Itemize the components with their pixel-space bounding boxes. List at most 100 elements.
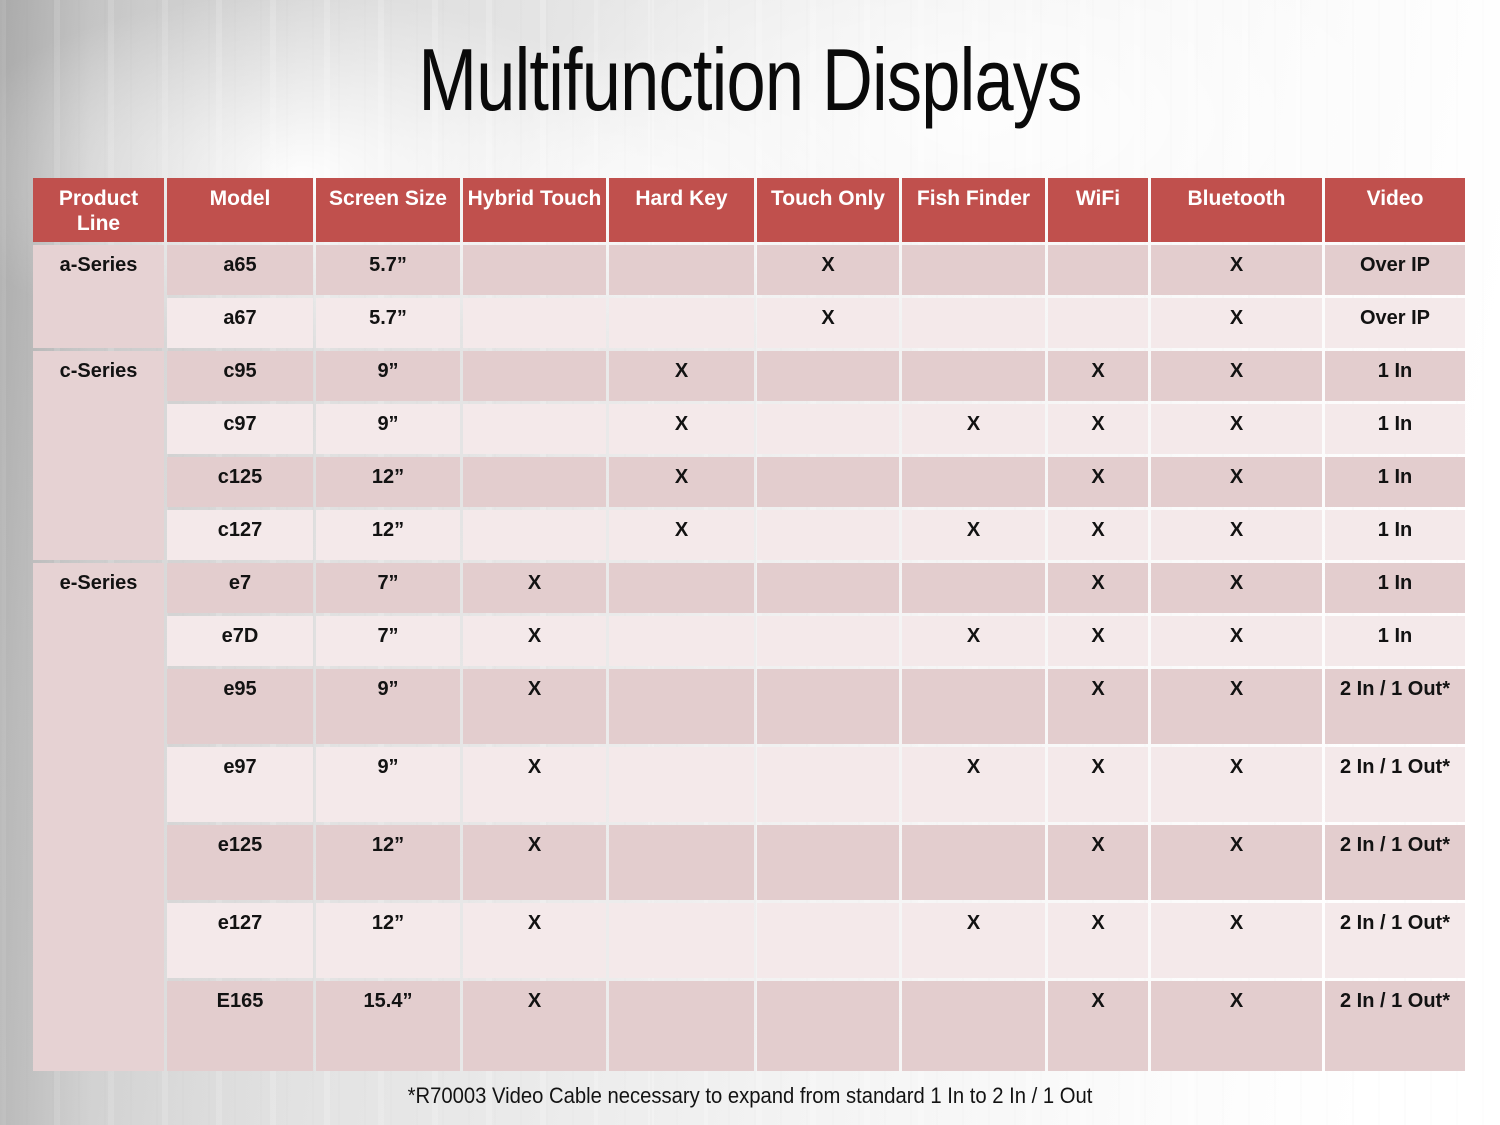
cell-c97-hard_key: X <box>609 404 754 454</box>
cell-c95-touch_only <box>757 351 899 401</box>
cell-c125-wifi: X <box>1048 457 1148 507</box>
cell-e127-model: e127 <box>167 903 313 978</box>
cell-e7-screen_size: 7” <box>316 563 460 613</box>
column-header-screen_size: Screen Size <box>316 178 460 242</box>
cell-E165-screen_size: 15.4” <box>316 981 460 1071</box>
cell-a65-bluetooth: X <box>1151 245 1322 295</box>
cell-c97-bluetooth: X <box>1151 404 1322 454</box>
cell-e127-bluetooth: X <box>1151 903 1322 978</box>
cell-c127-touch_only <box>757 510 899 560</box>
cell-c95-screen_size: 9” <box>316 351 460 401</box>
cell-e127-wifi: X <box>1048 903 1148 978</box>
cell-e127-fish_finder: X <box>902 903 1045 978</box>
cell-e127-screen_size: 12” <box>316 903 460 978</box>
cell-c125-touch_only <box>757 457 899 507</box>
cell-a65-wifi <box>1048 245 1148 295</box>
cell-e95-touch_only <box>757 669 899 744</box>
cell-c97-fish_finder: X <box>902 404 1045 454</box>
cell-e125-wifi: X <box>1048 825 1148 900</box>
cell-e97-wifi: X <box>1048 747 1148 822</box>
cell-e125-hybrid_touch: X <box>463 825 606 900</box>
cell-E165-wifi: X <box>1048 981 1148 1071</box>
cell-E165-bluetooth: X <box>1151 981 1322 1071</box>
cell-e7-hard_key <box>609 563 754 613</box>
cell-c127-model: c127 <box>167 510 313 560</box>
table-body: a-Series a65 5.7” X X Over IP a67 5.7” X X Over IP… <box>33 245 1465 1071</box>
cell-e7-model: e7 <box>167 563 313 613</box>
cell-c127-screen_size: 12” <box>316 510 460 560</box>
cell-c95-model: c95 <box>167 351 313 401</box>
cell-e95-fish_finder <box>902 669 1045 744</box>
cell-c95-video: 1 In <box>1325 351 1465 401</box>
cell-e7D-model: e7D <box>167 616 313 666</box>
column-header-hard_key: Hard Key <box>609 178 754 242</box>
cell-a67-wifi <box>1048 298 1148 348</box>
table-row: a67 5.7” X X Over IP <box>33 298 1465 348</box>
cell-e97-video: 2 In / 1 Out* <box>1325 747 1465 822</box>
cell-E165-video: 2 In / 1 Out* <box>1325 981 1465 1071</box>
column-header-fish_finder: Fish Finder <box>902 178 1045 242</box>
cell-e125-video: 2 In / 1 Out* <box>1325 825 1465 900</box>
cell-e7D-video: 1 In <box>1325 616 1465 666</box>
cell-c127-video: 1 In <box>1325 510 1465 560</box>
table-row: c125 12” X X X 1 In <box>33 457 1465 507</box>
table-row: e-Series e7 7” X X X 1 In <box>33 563 1465 1071</box>
cell-e125-touch_only <box>757 825 899 900</box>
cell-a65-screen_size: 5.7” <box>316 245 460 295</box>
cell-e7-wifi: X <box>1048 563 1148 613</box>
cell-c95-bluetooth: X <box>1151 351 1322 401</box>
column-header-hybrid_touch: Hybrid Touch <box>463 178 606 242</box>
cell-c125-bluetooth: X <box>1151 457 1322 507</box>
cell-e97-screen_size: 9” <box>316 747 460 822</box>
table-row: a-Series a65 5.7” X X Over IP <box>33 245 1465 348</box>
table-row: e7D 7” X X X X 1 In <box>33 616 1465 666</box>
cell-e97-fish_finder: X <box>902 747 1045 822</box>
cell-a65-fish_finder <box>902 245 1045 295</box>
cell-a65-model: a65 <box>167 245 313 295</box>
cell-a67-model: a67 <box>167 298 313 348</box>
cell-c95-fish_finder <box>902 351 1045 401</box>
cell-a67-hybrid_touch <box>463 298 606 348</box>
cell-e7-touch_only <box>757 563 899 613</box>
cell-e127-touch_only <box>757 903 899 978</box>
multifunction-displays-spec-table: Product Line Model Screen Size Hybrid Touch… <box>30 175 1468 1074</box>
cell-c97-touch_only <box>757 404 899 454</box>
cell-a67-hard_key <box>609 298 754 348</box>
cell-a67-video: Over IP <box>1325 298 1465 348</box>
cell-e7D-touch_only <box>757 616 899 666</box>
table-row: c-Series c95 9” X X X 1 In <box>33 351 1465 560</box>
cell-e125-screen_size: 12” <box>316 825 460 900</box>
table-row: E165 15.4” X X X 2 In / 1 Out* <box>33 981 1465 1071</box>
cell-e7-video: 1 In <box>1325 563 1465 613</box>
table-row: c127 12” X X X X 1 In <box>33 510 1465 560</box>
page-title: Multifunction Displays <box>418 30 1082 129</box>
cell-e97-bluetooth: X <box>1151 747 1322 822</box>
cell-c127-bluetooth: X <box>1151 510 1322 560</box>
cell-e7D-screen_size: 7” <box>316 616 460 666</box>
table-row: e95 9” X X X 2 In / 1 Out* <box>33 669 1465 744</box>
cell-c125-hard_key: X <box>609 457 754 507</box>
cell-e125-model: e125 <box>167 825 313 900</box>
cell-e7-bluetooth: X <box>1151 563 1322 613</box>
cell-a65-hybrid_touch <box>463 245 606 295</box>
cell-e97-touch_only <box>757 747 899 822</box>
cell-a65-video: Over IP <box>1325 245 1465 295</box>
cell-c95-hard_key: X <box>609 351 754 401</box>
column-header-touch_only: Touch Only <box>757 178 899 242</box>
cell-c125-video: 1 In <box>1325 457 1465 507</box>
column-header-bluetooth: Bluetooth <box>1151 178 1322 242</box>
column-header-product_line: Product Line <box>33 178 164 242</box>
cell-e95-wifi: X <box>1048 669 1148 744</box>
table-header-row: Product Line Model Screen Size Hybrid Touch… <box>33 178 1465 242</box>
cell-e7D-wifi: X <box>1048 616 1148 666</box>
footnote: *R70003 Video Cable necessary to expand … <box>407 1083 1093 1108</box>
cell-e7-hybrid_touch: X <box>463 563 606 613</box>
cell-E165-touch_only <box>757 981 899 1071</box>
cell-c95-wifi: X <box>1048 351 1148 401</box>
cell-e7D-hybrid_touch: X <box>463 616 606 666</box>
cell-e97-hybrid_touch: X <box>463 747 606 822</box>
cell-E165-hybrid_touch: X <box>463 981 606 1071</box>
cell-e7D-hard_key <box>609 616 754 666</box>
cell-e95-video: 2 In / 1 Out* <box>1325 669 1465 744</box>
column-header-wifi: WiFi <box>1048 178 1148 242</box>
